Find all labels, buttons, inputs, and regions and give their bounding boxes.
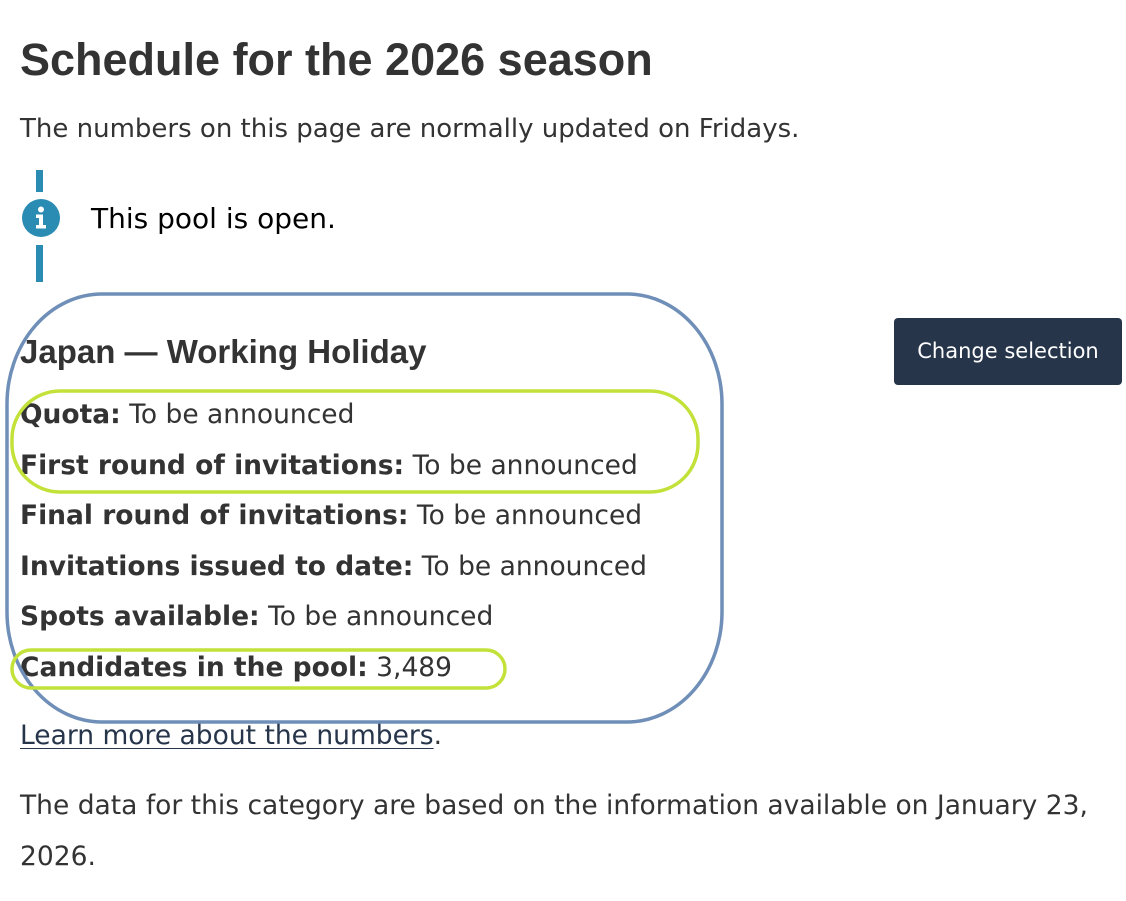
learn-more-link[interactable]: Learn more about the numbers (20, 720, 434, 751)
stat-invitations-issued: Invitations issued to date: To be announ… (20, 542, 647, 593)
stat-candidates-in-pool: Candidates in the pool: 3,489 (20, 643, 647, 694)
stat-spots-available: Spots available: To be announced (20, 592, 647, 643)
alert-border-top (36, 170, 43, 192)
update-notice: The numbers on this page are normally up… (20, 114, 800, 144)
stat-label: Spots available: (20, 601, 260, 632)
change-selection-button[interactable]: Change selection (894, 318, 1122, 385)
stat-label: First round of invitations: (20, 449, 405, 481)
stat-value: To be announced (129, 399, 355, 430)
stat-value: To be announced (268, 601, 494, 632)
stat-first-round: First round of invitations: To be announ… (20, 441, 647, 492)
stat-final-round: Final round of invitations: To be announ… (20, 491, 647, 542)
stat-value: 3,489 (376, 651, 453, 683)
data-date-note: The data for this category are based on … (20, 790, 1088, 872)
page-title: Schedule for the 2026 season (20, 34, 653, 85)
stat-value: To be announced (421, 550, 647, 582)
pool-title: Japan — Working Holiday (20, 333, 427, 370)
stat-value: To be announced (416, 500, 643, 531)
stat-label: Final round of invitations: (20, 500, 409, 531)
alert-border-bottom (36, 245, 43, 282)
stat-value: To be announced (412, 449, 638, 481)
stat-label: Invitations issued to date: (20, 550, 414, 582)
stat-label: Quota: (20, 399, 121, 430)
learn-more-line: Learn more about the numbers. (20, 714, 442, 758)
stat-quota: Quota: To be announced (20, 390, 647, 441)
pool-stats-list: Quota: To be announced First round of in… (20, 390, 647, 693)
info-icon (22, 199, 60, 237)
learn-more-suffix: . (433, 720, 443, 751)
stat-label: Candidates in the pool: (20, 651, 368, 683)
alert-message: This pool is open. (91, 202, 336, 235)
pool-status-alert: This pool is open. (22, 170, 722, 282)
